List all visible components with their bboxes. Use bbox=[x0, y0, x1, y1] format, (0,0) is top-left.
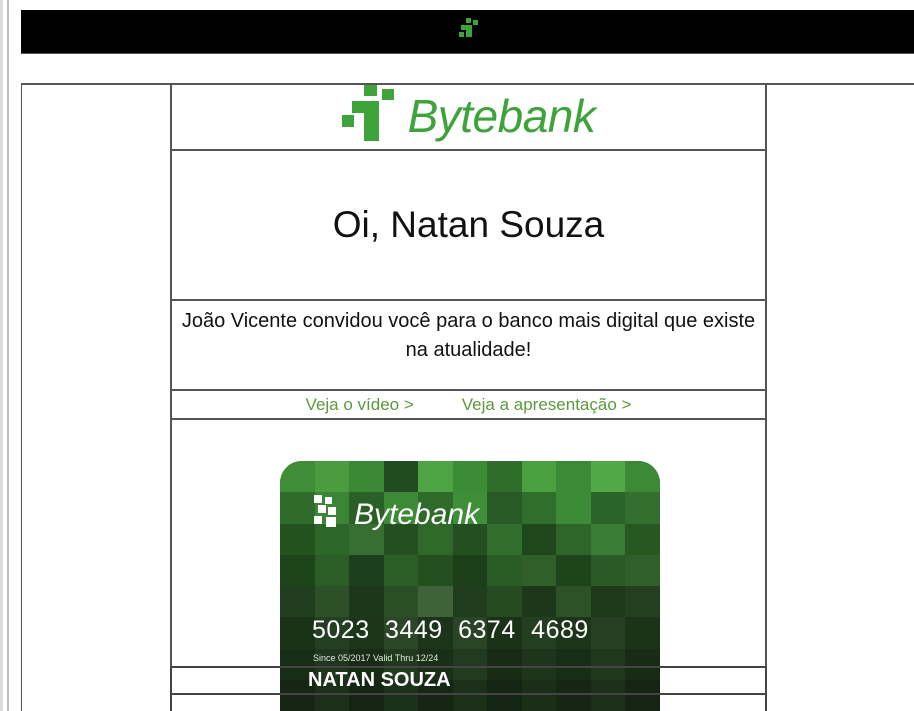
window-edge-line bbox=[7, 0, 9, 711]
table-line bbox=[765, 666, 767, 711]
view-presentation-link[interactable]: Veja a apresentação > bbox=[462, 395, 632, 415]
watch-video-link[interactable]: Veja o vídeo > bbox=[306, 395, 414, 415]
greeting-title: Oi, Natan Souza bbox=[332, 204, 605, 245]
links-row: Veja o vídeo > Veja a apresentação > bbox=[172, 391, 765, 420]
invite-message: João Vicente convidou você para o banco … bbox=[181, 310, 756, 361]
top-bar bbox=[21, 10, 914, 54]
table-line bbox=[170, 666, 767, 668]
bytebank-logo-icon bbox=[314, 495, 348, 534]
card-holder-name: NATAN SOUZA bbox=[308, 669, 451, 691]
email-frame-left bbox=[21, 83, 22, 711]
brand-name: Bytebank bbox=[407, 90, 596, 142]
window-edge bbox=[0, 0, 3, 711]
bytebank-logo-icon bbox=[457, 17, 479, 47]
card-brand: Bytebank bbox=[314, 495, 479, 534]
card-dates: Since 05/2017 Valid Thru 12/24 bbox=[313, 653, 439, 663]
table-line bbox=[170, 693, 767, 695]
spacer-row bbox=[21, 54, 914, 85]
credit-card-image: Bytebank 5023 3449 6374 4689 Since 05/20… bbox=[280, 461, 660, 711]
card-number: 5023 3449 6374 4689 bbox=[312, 616, 589, 644]
card-brand-name: Bytebank bbox=[354, 497, 480, 531]
bytebank-logo-icon bbox=[341, 84, 398, 148]
logo-row: Bytebank bbox=[172, 83, 765, 151]
message-row: João Vicente convidou você para o banco … bbox=[172, 301, 765, 391]
greeting-row: Oi, Natan Souza bbox=[172, 151, 765, 301]
table-line bbox=[170, 666, 172, 711]
